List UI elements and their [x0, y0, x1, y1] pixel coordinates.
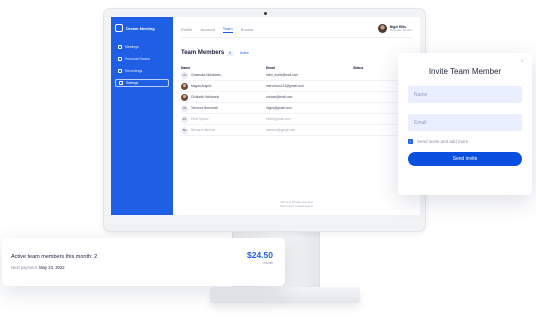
member-name-cell: Magda Angelo: [181, 82, 266, 90]
team-footer-note: Add up to 10 team members Need more? Con…: [173, 201, 420, 209]
billing-period: /month: [263, 261, 273, 265]
checkbox-label: Send invite and add more: [417, 139, 469, 144]
column-header-name: Name: [181, 66, 191, 70]
table-row[interactable]: BH Bernard Harrison harrison@gmail.com: [181, 125, 412, 136]
tab-rooms[interactable]: Rooms: [241, 27, 254, 33]
tab-account[interactable]: Account: [200, 27, 214, 33]
brand-name: Dream Meeting: [126, 25, 155, 31]
send-invite-button[interactable]: Send invite: [408, 152, 522, 166]
active-members-text: Active team members this month: 2: [11, 254, 98, 260]
email-input[interactable]: [408, 114, 522, 131]
sidebar-item-label: Settings: [126, 81, 139, 85]
member-name: Ethel Spano: [191, 117, 209, 121]
member-name: Bernard Harrison: [191, 128, 216, 132]
table-row[interactable]: TB Terrence Beermuth migor@gmail.com: [181, 103, 412, 114]
sidebar-item-personal-rooms[interactable]: Personal Rooms: [115, 55, 169, 63]
sidebar-item-meetings[interactable]: Meetings: [115, 43, 169, 51]
billing-amount: $24.50: [247, 250, 273, 260]
sidebar-item-recordings[interactable]: Recordings: [115, 67, 169, 75]
tab-profile[interactable]: Profile: [181, 27, 192, 33]
marketing-composition: Dream Meeting Meetings Personal Rooms Re…: [0, 0, 536, 331]
monitor: Dream Meeting Meetings Personal Rooms Re…: [103, 8, 426, 232]
sidebar-item-label: Personal Rooms: [125, 57, 151, 61]
next-payment-label: Next payment:: [11, 265, 38, 270]
avatar: CN: [181, 71, 188, 79]
member-name: Chiamaka Ndiokwelu: [191, 73, 221, 77]
member-email: marvelous123@gmail.com: [266, 84, 304, 88]
app-screen: Dream Meeting Meetings Personal Rooms Re…: [111, 17, 420, 215]
brand[interactable]: Dream Meeting: [115, 23, 169, 33]
user-profile[interactable]: Nigel Ellis Presenter Studios: [377, 24, 412, 33]
next-payment: Next payment: May 23, 2022: [11, 265, 276, 270]
avatar: BH: [181, 126, 188, 134]
table-row[interactable]: CN Chiamaka Ndiokwelu hello_world@mail.c…: [181, 70, 412, 81]
add-more-option[interactable]: ✓ Send invite and add more: [408, 139, 522, 144]
sidebar-item-settings[interactable]: Settings: [115, 79, 169, 87]
invite-modal: × Invite Team Member ✓ Send invite and a…: [398, 53, 532, 195]
member-name: Chidiadiu Ndukwelu: [191, 95, 220, 99]
tab-team[interactable]: Team: [222, 26, 233, 33]
billing-card: Active team members this month: 2 Next p…: [2, 238, 285, 286]
user-company: Presenter Studios: [389, 27, 412, 32]
gear-icon: [119, 81, 123, 85]
video-icon: [118, 45, 122, 49]
table-row[interactable]: ES Ethel Spano ethel@gmail.com: [181, 114, 412, 125]
member-email: hello_world@mail.com: [266, 73, 299, 77]
sidebar: Dream Meeting Meetings Personal Rooms Re…: [111, 17, 173, 215]
avatar: TB: [181, 104, 188, 112]
team-table: CN Chiamaka Ndiokwelu hello_world@mail.c…: [181, 70, 412, 136]
name-input[interactable]: [408, 86, 522, 103]
brand-logo-icon: [115, 24, 123, 32]
column-header-email: Email: [266, 66, 276, 70]
room-icon: [118, 57, 122, 61]
user-info: Nigel Ellis Presenter Studios: [390, 25, 412, 32]
member-name: Terrence Beermuth: [191, 106, 219, 110]
sidebar-item-label: Meetings: [125, 45, 139, 49]
avatar: ES: [181, 115, 188, 123]
member-name-cell: BH Bernard Harrison: [181, 126, 266, 134]
table-row[interactable]: Chidiadiu Ndukwelu contact@mail.com: [181, 92, 412, 103]
avatar: [181, 93, 188, 101]
webcam-dot: [264, 12, 267, 15]
main-content: Profile Account Team Rooms Nigel Ellis P…: [173, 17, 420, 215]
checkbox[interactable]: ✓: [408, 139, 413, 144]
member-email: migor@gmail.com: [266, 106, 292, 110]
table-row[interactable]: Magda Angelo marvelous123@gmail.com: [181, 81, 412, 92]
avatar: [377, 24, 387, 33]
monitor-stand-base: [210, 287, 360, 303]
modal-title: Invite Team Member: [428, 67, 502, 76]
member-name-cell: ES Ethel Spano: [181, 115, 266, 123]
column-header-status: Status: [353, 66, 364, 70]
topbar: Profile Account Team Rooms Nigel Ellis P…: [181, 22, 412, 38]
member-email: ethel@gmail.com: [266, 117, 291, 121]
member-email: harrison@gmail.com: [266, 128, 296, 132]
status-filter[interactable]: Active: [240, 51, 249, 55]
team-header: Team Members 6 Active: [181, 50, 412, 56]
next-payment-date: May 23, 2022: [39, 265, 65, 270]
record-icon: [118, 69, 122, 73]
avatar: [181, 82, 188, 90]
member-count-badge: 6: [227, 50, 234, 56]
check-icon: ✓: [408, 139, 413, 144]
member-name-cell: CN Chiamaka Ndiokwelu: [181, 71, 266, 79]
footer-line[interactable]: Need more? Contact support: [173, 205, 420, 209]
member-name-cell: Chidiadiu Ndukwelu: [181, 93, 266, 101]
member-name: Magda Angelo: [191, 84, 212, 88]
member-name-cell: TB Terrence Beermuth: [181, 104, 266, 112]
page-title: Team Members: [181, 50, 225, 56]
member-email: contact@mail.com: [266, 95, 293, 99]
close-icon[interactable]: ×: [520, 59, 524, 65]
sidebar-item-label: Recordings: [125, 69, 143, 73]
